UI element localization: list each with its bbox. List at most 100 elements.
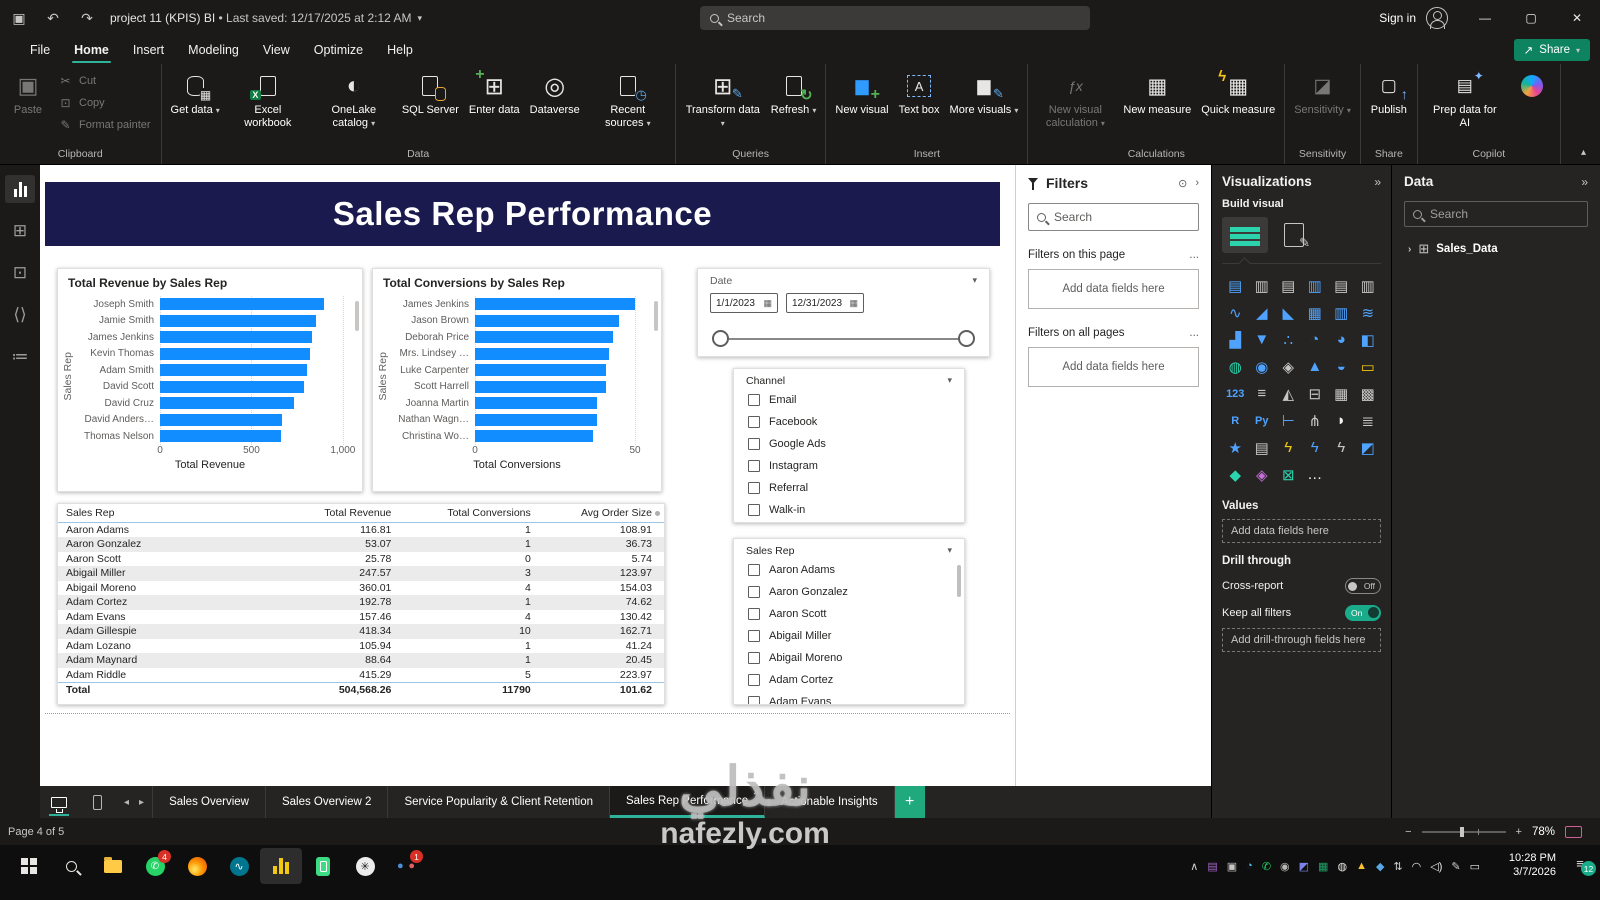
data-bar[interactable] bbox=[475, 364, 607, 377]
tray-clipboard-icon[interactable]: ▣ bbox=[1227, 860, 1237, 873]
date-start-input[interactable]: 1/1/2023 ▦ bbox=[710, 293, 778, 313]
redo-icon[interactable]: ↷ bbox=[72, 6, 102, 30]
eye-icon[interactable]: ⊙ bbox=[1178, 177, 1187, 190]
data-bar[interactable] bbox=[475, 397, 597, 410]
data-bar[interactable] bbox=[475, 430, 594, 443]
fit-to-page-icon[interactable] bbox=[1565, 825, 1582, 838]
gauge-icon[interactable]: ◒ bbox=[1328, 353, 1355, 380]
values-dropzone[interactable]: Add data fields here bbox=[1222, 519, 1381, 543]
dataverse-button[interactable]: Dataverse bbox=[525, 66, 585, 117]
table-row[interactable]: Abigail Moreno 360.01 4 154.03 bbox=[58, 581, 664, 596]
previous-page-arrow-icon[interactable]: ◂ bbox=[124, 797, 129, 808]
cross-report-toggle[interactable]: Off bbox=[1345, 578, 1381, 594]
paste-button[interactable]: Paste bbox=[4, 66, 52, 117]
slicer-option-aaron-gonzalez[interactable]: Aaron Gonzalez bbox=[734, 581, 964, 603]
data-bar[interactable] bbox=[160, 380, 305, 393]
taskbar-whatsapp-button[interactable]: ✆ 4 bbox=[134, 848, 176, 884]
get-more-visuals-icon[interactable]: ⊠ bbox=[1275, 461, 1302, 488]
automation-visual-icon[interactable]: ϟ bbox=[1328, 434, 1355, 461]
more-options-icon[interactable]: ... bbox=[1189, 327, 1199, 339]
slicer-option-aaron-scott[interactable]: Aaron Scott bbox=[734, 603, 964, 625]
checkbox[interactable] bbox=[748, 630, 760, 642]
prep-data-for-ai-button[interactable]: Prep data for AI bbox=[1422, 66, 1508, 130]
checkbox[interactable] bbox=[748, 696, 760, 704]
slicer-option-instagram[interactable]: Instagram bbox=[734, 455, 964, 477]
page-tab-actionable-insights[interactable]: Actionable Insights bbox=[765, 786, 895, 818]
tray-ethernet-icon[interactable]: ⇅ bbox=[1393, 860, 1402, 873]
power-apps-icon[interactable]: ϟ bbox=[1275, 434, 1302, 461]
mobile-layout-button[interactable] bbox=[78, 786, 116, 818]
decomposition-tree-icon[interactable]: ⋔ bbox=[1302, 407, 1329, 434]
slicer-option-adam-evans[interactable]: Adam Evans bbox=[734, 691, 964, 704]
donut-chart-icon[interactable]: ◕ bbox=[1328, 326, 1355, 353]
data-bar[interactable] bbox=[160, 413, 282, 426]
model-view-button[interactable]: ⊡ bbox=[5, 259, 35, 287]
area-chart-icon[interactable]: ◢ bbox=[1249, 299, 1276, 326]
slicer-option-aaron-adams[interactable]: Aaron Adams bbox=[734, 559, 964, 581]
desktop-layout-button[interactable] bbox=[40, 786, 78, 818]
multi-row-card-icon[interactable]: ≡ bbox=[1249, 380, 1276, 407]
appsource-visual-icon[interactable]: ◈ bbox=[1249, 461, 1276, 488]
date-slicer-visual[interactable]: Date ▾ 1/1/2023 ▦ 12/31/2023 ▦ bbox=[697, 268, 990, 357]
format-visual-mode-button[interactable] bbox=[1284, 223, 1310, 251]
data-bar[interactable] bbox=[475, 380, 607, 393]
qa-visual-icon[interactable]: ◗ bbox=[1328, 407, 1355, 434]
tray-pen-icon[interactable]: ✎ bbox=[1451, 860, 1460, 873]
minimize-button[interactable]: — bbox=[1462, 0, 1508, 36]
conversions-bar-chart-visual[interactable]: Total Conversions by Sales Rep Sales Rep J… bbox=[372, 268, 662, 492]
shape-map-icon[interactable]: ◈ bbox=[1275, 353, 1302, 380]
copy-button[interactable]: Copy bbox=[52, 94, 157, 111]
taskbar-file-explorer-button[interactable] bbox=[92, 848, 134, 884]
checkbox[interactable] bbox=[748, 438, 760, 450]
refresh-button[interactable]: Refresh ▾ bbox=[766, 66, 822, 117]
tray-volume-icon[interactable]: ◁) bbox=[1430, 860, 1442, 873]
taskbar-people-app-button[interactable]: 1 bbox=[386, 848, 428, 884]
map-icon[interactable]: ◍ bbox=[1222, 353, 1249, 380]
table-row[interactable]: Aaron Scott 25.78 0 5.74 bbox=[58, 552, 664, 567]
tray-obs-icon[interactable]: ◉ bbox=[1280, 860, 1290, 873]
maximize-button[interactable]: ▢ bbox=[1508, 0, 1554, 36]
filled-map-icon[interactable]: ◉ bbox=[1249, 353, 1276, 380]
date-range-slider[interactable] bbox=[712, 325, 975, 355]
ribbon-chart-icon[interactable]: ≋ bbox=[1355, 299, 1382, 326]
slicer-option-abigail-moreno[interactable]: Abigail Moreno bbox=[734, 647, 964, 669]
share-button[interactable]: ↗ Share ▾ bbox=[1513, 39, 1590, 61]
paginated-report-icon[interactable]: ▤ bbox=[1249, 434, 1276, 461]
data-bar[interactable] bbox=[475, 347, 610, 360]
line-and-stacked-column-chart-icon[interactable]: ▦ bbox=[1302, 299, 1329, 326]
slicer-option-referral[interactable]: Referral bbox=[734, 477, 964, 499]
sales-rep-table-visual[interactable]: Sales Rep Total Revenue Total Conversions A… bbox=[57, 503, 665, 705]
title-chevron-down-icon[interactable]: ▾ bbox=[418, 13, 423, 24]
keep-all-filters-toggle[interactable]: On bbox=[1345, 605, 1381, 621]
global-search-input[interactable]: Search bbox=[700, 6, 1090, 30]
new-page-button[interactable]: + bbox=[894, 786, 925, 818]
slicer-option-google-ads[interactable]: Google Ads bbox=[734, 433, 964, 455]
zoom-slider[interactable] bbox=[1421, 826, 1506, 837]
add-data-fields-dropzone[interactable]: Add data fields here bbox=[1028, 347, 1199, 387]
more-options-icon[interactable]: ... bbox=[1189, 249, 1199, 261]
recent-sources-button[interactable]: Recent sources ▾ bbox=[585, 66, 671, 130]
checkbox[interactable] bbox=[748, 674, 760, 686]
data-bar[interactable] bbox=[475, 413, 597, 426]
tray-hidden-icons-icon[interactable]: ∧ bbox=[1190, 860, 1198, 873]
menu-help[interactable]: Help bbox=[375, 39, 425, 61]
taskbar-search-button[interactable] bbox=[50, 848, 92, 884]
column-header-total-revenue[interactable]: Total Revenue bbox=[257, 504, 404, 523]
report-view-button[interactable] bbox=[5, 175, 35, 203]
collapse-pane-chevron-icon[interactable]: › bbox=[1195, 177, 1199, 189]
stacked-area-chart-icon[interactable]: ◣ bbox=[1275, 299, 1302, 326]
sql-server-button[interactable]: SQL Server bbox=[397, 66, 464, 117]
undo-icon[interactable]: ↶ bbox=[38, 6, 68, 30]
get-data-button[interactable]: Get data ▾ bbox=[166, 66, 225, 117]
stacked-bar-chart-icon[interactable]: ▤ bbox=[1222, 272, 1249, 299]
data-bar[interactable] bbox=[160, 314, 317, 327]
taskbar-mysql-workbench-button[interactable]: ∿ bbox=[218, 848, 260, 884]
account-icon[interactable] bbox=[1426, 7, 1448, 29]
table-row[interactable]: Aaron Adams 116.81 1 108.91 bbox=[58, 523, 664, 538]
channel-slicer-visual[interactable]: Channel ▾ Email Facebook Google Ads Instagra… bbox=[733, 368, 965, 523]
taskbar-clock[interactable]: 10:28 PM 3/7/2026 bbox=[1509, 851, 1556, 879]
matrix-icon[interactable]: ▩ bbox=[1355, 380, 1382, 407]
tray-whatsapp-tray-icon[interactable]: ✆ bbox=[1262, 860, 1271, 873]
table-row[interactable]: Adam Lozano 105.94 1 41.24 bbox=[58, 639, 664, 654]
python-visual-icon[interactable]: Py bbox=[1249, 407, 1276, 434]
